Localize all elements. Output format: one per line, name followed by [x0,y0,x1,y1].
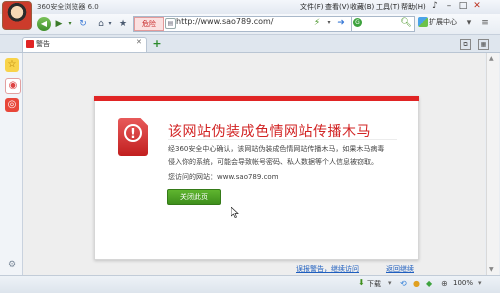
address-dropdown-icon[interactable]: ▾ [325,16,333,30]
tab-list-icon[interactable]: ▦ [478,39,489,50]
security-shield-icon[interactable]: ◆ [426,279,432,288]
refresh-icon[interactable]: ↻ [76,17,90,31]
extension-center-icon[interactable] [418,17,428,27]
return-link[interactable]: 返回继续 [386,264,414,274]
sidebar-settings-icon[interactable]: ⚙ [5,258,19,272]
weibo-sidebar-icon[interactable]: ◉ [5,78,21,94]
extension-center-label[interactable]: 扩展中心 [429,17,457,27]
scroll-up-icon[interactable]: ▲ [489,55,494,62]
vertical-scrollbar[interactable] [486,53,499,275]
search-engine-icon[interactable]: G [353,18,362,27]
back-button[interactable]: ◀ [37,17,51,31]
maximize-icon[interactable]: □ [456,1,470,12]
skin-icon[interactable]: ♪ [428,1,442,12]
forward-icon[interactable]: ▶ [53,17,65,31]
zoom-level[interactable]: 100% [453,279,473,287]
tab-label[interactable]: 警告 [36,39,50,49]
download-dropdown-icon[interactable]: ▾ [388,279,392,287]
extension-menu-icon[interactable]: ▾ [463,16,475,30]
menu-help[interactable]: 帮助(H) [401,2,426,12]
download-icon[interactable]: ⬇ [358,278,365,287]
restore-tab-icon[interactable]: ⧉ [460,39,471,50]
close-window-icon[interactable]: ✕ [470,1,484,12]
warning-favicon-icon [26,40,34,48]
menu-file[interactable]: 文件(F) [300,2,324,12]
menu-favorites[interactable]: 收藏(B) [350,2,374,12]
warning-title: 该网站伪装成色情网站传播木马 [168,124,371,140]
minimize-icon[interactable]: – [442,1,456,12]
bulb-icon[interactable]: ● [413,279,420,288]
warning-divider [168,139,397,140]
settings-menu-icon[interactable]: ≡ [478,16,492,30]
new-tab-button[interactable]: + [151,38,163,50]
search-icon[interactable]: 🔍︎ [400,16,412,30]
history-dropdown-icon[interactable]: ▾ [66,17,74,31]
report-continue-link[interactable]: 误报警告，继续访问 [296,264,359,274]
tab-close-icon[interactable]: ✕ [136,38,142,46]
url-text[interactable]: http://www.sao789.com/ [176,17,274,26]
go-arrow-icon[interactable]: ➜ [335,16,347,30]
warning-body-line-1: 经360安全中心确认，该网站伪装成色情网站传播木马，如果木马病毒 [168,145,385,153]
zoom-icon[interactable]: ⊕ [441,279,448,288]
accelerate-icon[interactable]: ⟲ [400,279,407,288]
warning-card-topbar [94,96,419,101]
visited-site-text: 您访问的网站：www.sao789.com [168,173,279,181]
warning-body-line-2: 侵入你的系统，可能会导致帐号密码、私人数据等个人信息被窃取。 [168,158,378,166]
exclamation-icon: ! [124,124,142,142]
download-label[interactable]: 下载 [367,279,381,289]
window-title: 360安全浏览器 6.0 [37,3,99,11]
close-page-button[interactable]: 关闭此页 [167,189,221,205]
status-bar [0,275,500,293]
menu-view[interactable]: 查看(V) [325,2,349,12]
speed-mode-icon[interactable]: ⚡ [312,16,322,30]
favorite-star-icon[interactable]: ★ [116,17,130,31]
zoom-dropdown-icon[interactable]: ▾ [478,279,482,287]
favorites-sidebar-icon[interactable]: ☆ [5,58,19,72]
mouse-cursor-icon [231,207,239,218]
menu-tools[interactable]: 工具(T) [376,2,400,12]
page-icon: ▤ [165,18,176,29]
scroll-down-icon[interactable]: ▼ [489,266,494,273]
app-sidebar-icon[interactable]: ◎ [5,98,19,112]
home-dropdown-icon[interactable]: ▾ [106,17,114,31]
app-logo-icon[interactable] [2,1,32,30]
danger-badge[interactable]: 危险 [134,17,164,31]
